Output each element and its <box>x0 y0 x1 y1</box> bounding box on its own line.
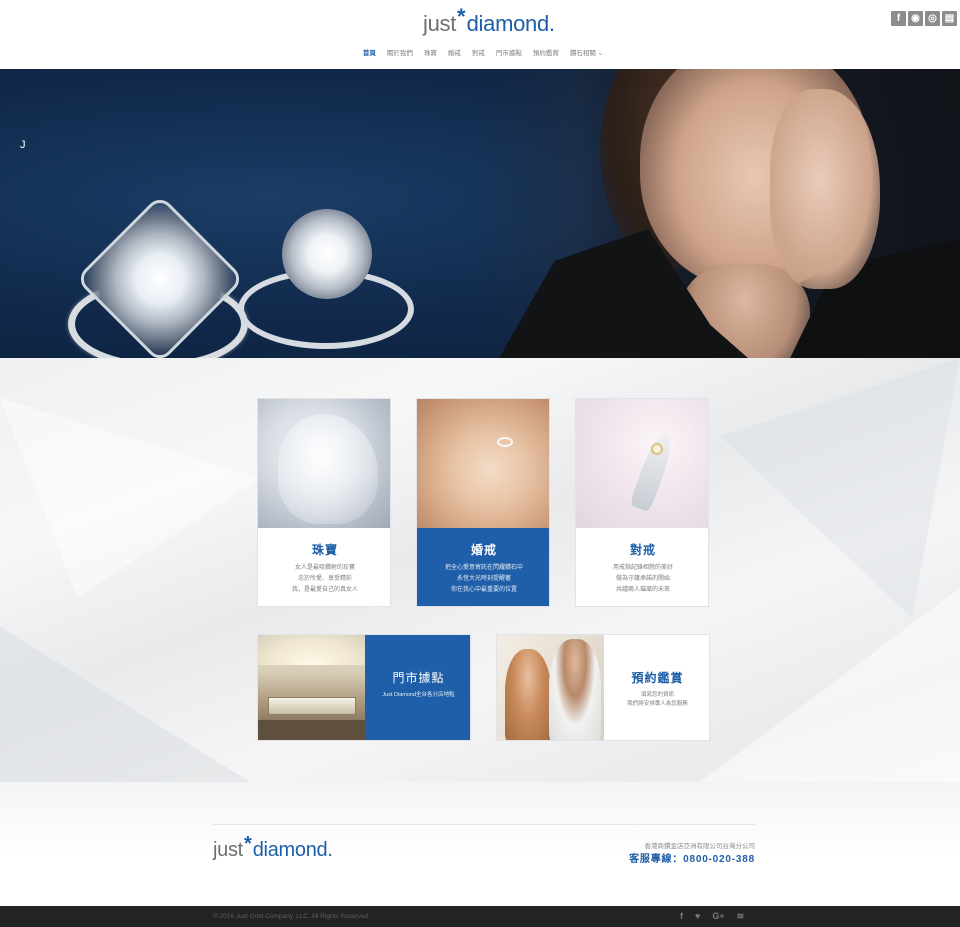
card-desc-line: 用戒指記錄相戀的美好 <box>612 565 673 571</box>
logo-text-just: just <box>423 11 457 36</box>
facebook-icon[interactable]: f <box>680 911 683 922</box>
card-stores[interactable]: 門市據點 Just Diamond全台各分店地點 <box>257 634 471 741</box>
store-ceiling-image <box>258 635 365 665</box>
logo-star: * <box>243 833 252 855</box>
site-logo[interactable]: just * diamond . <box>423 4 556 37</box>
card-jewelry-photo <box>258 399 390 528</box>
card-desc-line: 我們將安排專人為您服務 <box>627 701 688 707</box>
footer-hotline[interactable]: 客服專線：0800-020-388 <box>629 850 755 865</box>
bg-facet <box>720 358 960 618</box>
bride-veil-image <box>278 414 378 524</box>
card-appointment-photo <box>497 635 604 740</box>
nav-item-stores[interactable]: 門市據點 <box>496 47 522 57</box>
card-desc-line: 我，是最愛自己的真女人 <box>291 587 358 593</box>
footer-divider <box>213 824 755 825</box>
card-desc-line: 做為守護承諾的開始 <box>615 576 670 582</box>
blog-icon[interactable]: ▤ <box>942 11 957 26</box>
site-footer: just * diamond . 香港商鑽金店亞洲有限公司台灣分公司 客服專線：… <box>0 782 960 906</box>
card-desc-line: 忠於所愛、享受精彩 <box>297 576 352 582</box>
hero-slider[interactable]: J <box>0 69 960 358</box>
card-couple-rings[interactable]: 對戒 用戒指記錄相戀的美好 做為守護承諾的開始 共譜兩人璀璨的未來 <box>575 398 709 607</box>
nav-item-couple-rings[interactable]: 對戒 <box>472 47 485 57</box>
google-plus-icon[interactable]: G+ <box>712 911 724 922</box>
card-desc-line: Just Diamond全台各分店地點 <box>382 692 455 698</box>
nav-item-wedding-rings[interactable]: 婚戒 <box>448 47 461 57</box>
card-jewelry-body: 珠寶 女人是最吸鑽射的珍寶 忠於所愛、享受精彩 我，是最愛自己的真女人 <box>258 528 390 606</box>
logo-text-diamond: diamond <box>466 11 550 36</box>
store-case-image <box>268 697 356 715</box>
hand-ring-image <box>497 437 513 447</box>
facebook-icon[interactable]: f <box>891 11 906 26</box>
copyright-text: © 2016 Just Gold Company, LLC. All Right… <box>213 913 371 920</box>
bg-facet <box>700 588 960 782</box>
nav-item-appointment[interactable]: 預約鑑賞 <box>533 47 559 57</box>
site-header: just * diamond . f ◉ ◎ ▤ 首頁 關於我們 珠寶 婚戒 對… <box>0 0 960 69</box>
ring-gem-image <box>651 443 663 455</box>
ring-stand-image <box>628 429 678 513</box>
footer-logo[interactable]: just * diamond . <box>213 833 333 862</box>
card-desc-line: 女人是最吸鑽射的珍寶 <box>294 565 355 571</box>
card-couple-rings-body: 對戒 用戒指記錄相戀的美好 做為守護承諾的開始 共譜兩人璀璨的未來 <box>576 528 708 606</box>
card-title: 婚戒 <box>470 543 497 557</box>
logo-dot: . <box>327 839 333 861</box>
card-wedding-rings-body: 婚戒 把全心愛意寄託在閃耀鑽石中 永恆大光時刻提醒著 你在我心中最重要的位置 <box>417 528 549 606</box>
nav-item-jewelry[interactable]: 珠寶 <box>424 47 437 57</box>
card-wedding-rings[interactable]: 婚戒 把全心愛意寄託在閃耀鑽石中 永恆大光時刻提醒著 你在我心中最重要的位置 <box>416 398 550 607</box>
instagram-icon[interactable]: ◎ <box>925 11 940 26</box>
hero-model-hand <box>770 89 880 289</box>
footer-company-name: 香港商鑽金店亞洲有限公司台灣分公司 <box>644 843 756 850</box>
bg-facet <box>0 626 250 782</box>
twitter-icon[interactable]: ♥ <box>695 911 700 922</box>
main-nav: 首頁 關於我們 珠寶 婚戒 對戒 門市據點 預約鑑賞 鑽石相關 ⌄ <box>0 47 960 57</box>
nav-item-home[interactable]: 首頁 <box>363 47 376 57</box>
footer-social-icons: f ♥ G+ ≋ <box>680 911 744 922</box>
hero-ring-round-stone <box>282 209 372 299</box>
couple-man-image <box>549 639 601 740</box>
header-social-icons: f ◉ ◎ ▤ <box>891 11 957 26</box>
hero-corner-mark: J <box>20 139 26 151</box>
features-section: 珠寶 女人是最吸鑽射的珍寶 忠於所愛、享受精彩 我，是最愛自己的真女人 婚戒 把… <box>0 358 960 782</box>
footer-bottom-bar: © 2016 Just Gold Company, LLC. All Right… <box>0 906 960 927</box>
line-icon[interactable]: ◉ <box>908 11 923 26</box>
nav-item-diamond-info[interactable]: 鑽石相關 ⌄ <box>570 47 603 57</box>
nav-item-about[interactable]: 關於我們 <box>387 47 413 57</box>
card-desc-line: 永恆大光時刻提醒著 <box>456 576 511 582</box>
logo-dot: . <box>548 11 556 36</box>
card-title: 對戒 <box>629 543 656 557</box>
card-couple-rings-photo <box>576 399 708 528</box>
logo-star: * <box>457 4 466 29</box>
store-floor-image <box>258 720 365 740</box>
rss-icon[interactable]: ≋ <box>737 911 745 922</box>
card-desc-line: 共譜兩人璀璨的未來 <box>615 587 670 593</box>
card-title: 預約鑑賞 <box>631 671 684 685</box>
logo-text-diamond: diamond <box>252 839 328 861</box>
card-title: 珠寶 <box>311 543 338 557</box>
card-desc-line: 把全心愛意寄託在閃耀鑽石中 <box>444 565 523 571</box>
logo-text-just: just <box>213 839 243 861</box>
card-appointment[interactable]: 預約鑑賞 填寫您的資訊 我們將安排專人為您服務 <box>496 634 710 741</box>
bg-facet <box>0 398 260 598</box>
couple-woman-image <box>505 649 551 740</box>
card-title: 門市據點 <box>392 671 445 685</box>
card-appointment-body: 預約鑑賞 填寫您的資訊 我們將安排專人為您服務 <box>604 635 709 740</box>
card-desc-line: 你在我心中最重要的位置 <box>450 587 517 593</box>
card-wedding-rings-photo <box>417 399 549 528</box>
card-stores-body: 門市據點 Just Diamond全台各分店地點 <box>365 635 470 740</box>
card-jewelry[interactable]: 珠寶 女人是最吸鑽射的珍寶 忠於所愛、享受精彩 我，是最愛自己的真女人 <box>257 398 391 607</box>
card-desc-line: 填寫您的資訊 <box>640 692 674 698</box>
card-stores-photo <box>258 635 365 740</box>
